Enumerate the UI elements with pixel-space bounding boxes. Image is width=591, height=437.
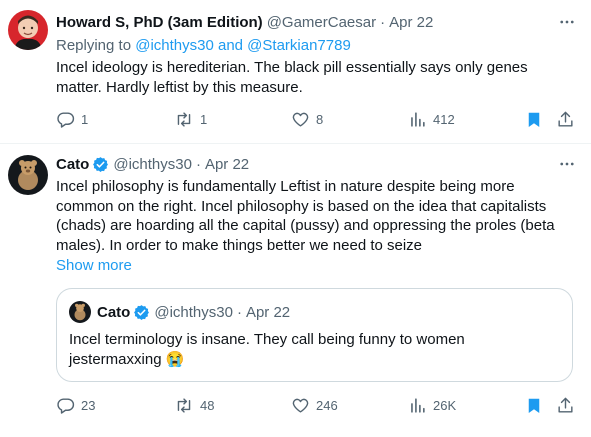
replying-prefix: Replying to [56,37,132,54]
share-button[interactable] [556,395,575,415]
retweet-icon [174,110,194,129]
quote-text: Incel terminology is insane. They call b… [69,331,465,368]
display-name[interactable]: Cato [56,156,89,173]
like-icon [291,110,310,129]
views-count: 26K [433,397,457,413]
tweet-header: Cato @ichthys30 · Apr 22 [56,154,249,174]
verified-badge-icon [133,304,150,321]
more-icon[interactable] [557,154,577,174]
retweet-button[interactable]: 48 [174,395,214,415]
views-count: 412 [433,111,455,127]
like-count: 246 [316,397,338,413]
action-bar: 1 1 8 412 [56,109,576,129]
like-count: 8 [316,111,324,127]
reply-count: 23 [81,397,96,413]
tweet-howard[interactable]: Howard S, PhD (3am Edition) @GamerCaesar… [0,0,591,143]
share-button[interactable] [556,109,575,129]
like-icon [291,396,310,415]
action-bar: 23 48 246 26K [56,395,576,415]
bookmark-button[interactable] [525,109,543,129]
quote-display-name: Cato [97,303,131,321]
reply-icon [56,110,75,129]
quote-handle: @ichthys30 [154,303,233,321]
tweet-text: Incel ideology is herediterian. The blac… [56,59,528,96]
reply-count: 1 [81,111,89,127]
reply-icon [56,396,75,415]
bookmark-icon [525,110,543,129]
tweet-text: Incel philosophy is fundamentally Leftis… [56,178,555,254]
tweet-header: Howard S, PhD (3am Edition) @GamerCaesar… [56,12,433,32]
show-more-link[interactable]: Show more [56,257,132,274]
tweet-cato[interactable]: Cato @ichthys30 · Apr 22 Incel philosoph… [0,143,591,437]
bookmark-button[interactable] [525,395,543,415]
retweet-button[interactable]: 1 [174,109,207,129]
separator-dot: · [195,155,201,173]
reply-button[interactable]: 1 [56,109,88,129]
avatar-cato[interactable] [8,155,48,195]
replying-to: Replying to @ichthys30 and @Starkian7789 [56,37,351,54]
share-icon [556,396,575,415]
user-handle[interactable]: @ichthys30 [113,156,192,173]
quote-date: Apr 22 [245,303,291,321]
like-button[interactable]: 246 [291,395,338,415]
bookmark-icon [525,396,543,415]
separator-dot: · [380,13,386,31]
retweet-icon [174,396,194,415]
quoted-tweet[interactable]: Cato @ichthys30 · Apr 22 Incel terminolo… [56,288,573,382]
tweet-date[interactable]: Apr 22 [205,156,249,173]
retweet-count: 1 [200,111,208,127]
views-icon [408,396,427,415]
avatar-howard[interactable] [8,10,48,50]
quote-avatar [69,301,91,323]
views-icon [408,110,427,129]
like-button[interactable]: 8 [291,109,323,129]
reply-button[interactable]: 23 [56,395,95,415]
verified-badge-icon [92,156,109,173]
retweet-count: 48 [200,397,215,413]
more-icon[interactable] [557,12,577,32]
tweet-date[interactable]: Apr 22 [389,14,433,31]
share-icon [556,110,575,129]
quote-header: Cato @ichthys30 · Apr 22 [97,301,290,323]
separator-dot: · [236,303,242,321]
user-handle[interactable]: @GamerCaesar [267,14,376,31]
views-button[interactable]: 26K [408,395,456,415]
replying-to-link[interactable]: @ichthys30 and @Starkian7789 [135,37,351,54]
views-button[interactable]: 412 [408,109,455,129]
display-name[interactable]: Howard S, PhD (3am Edition) [56,14,263,31]
